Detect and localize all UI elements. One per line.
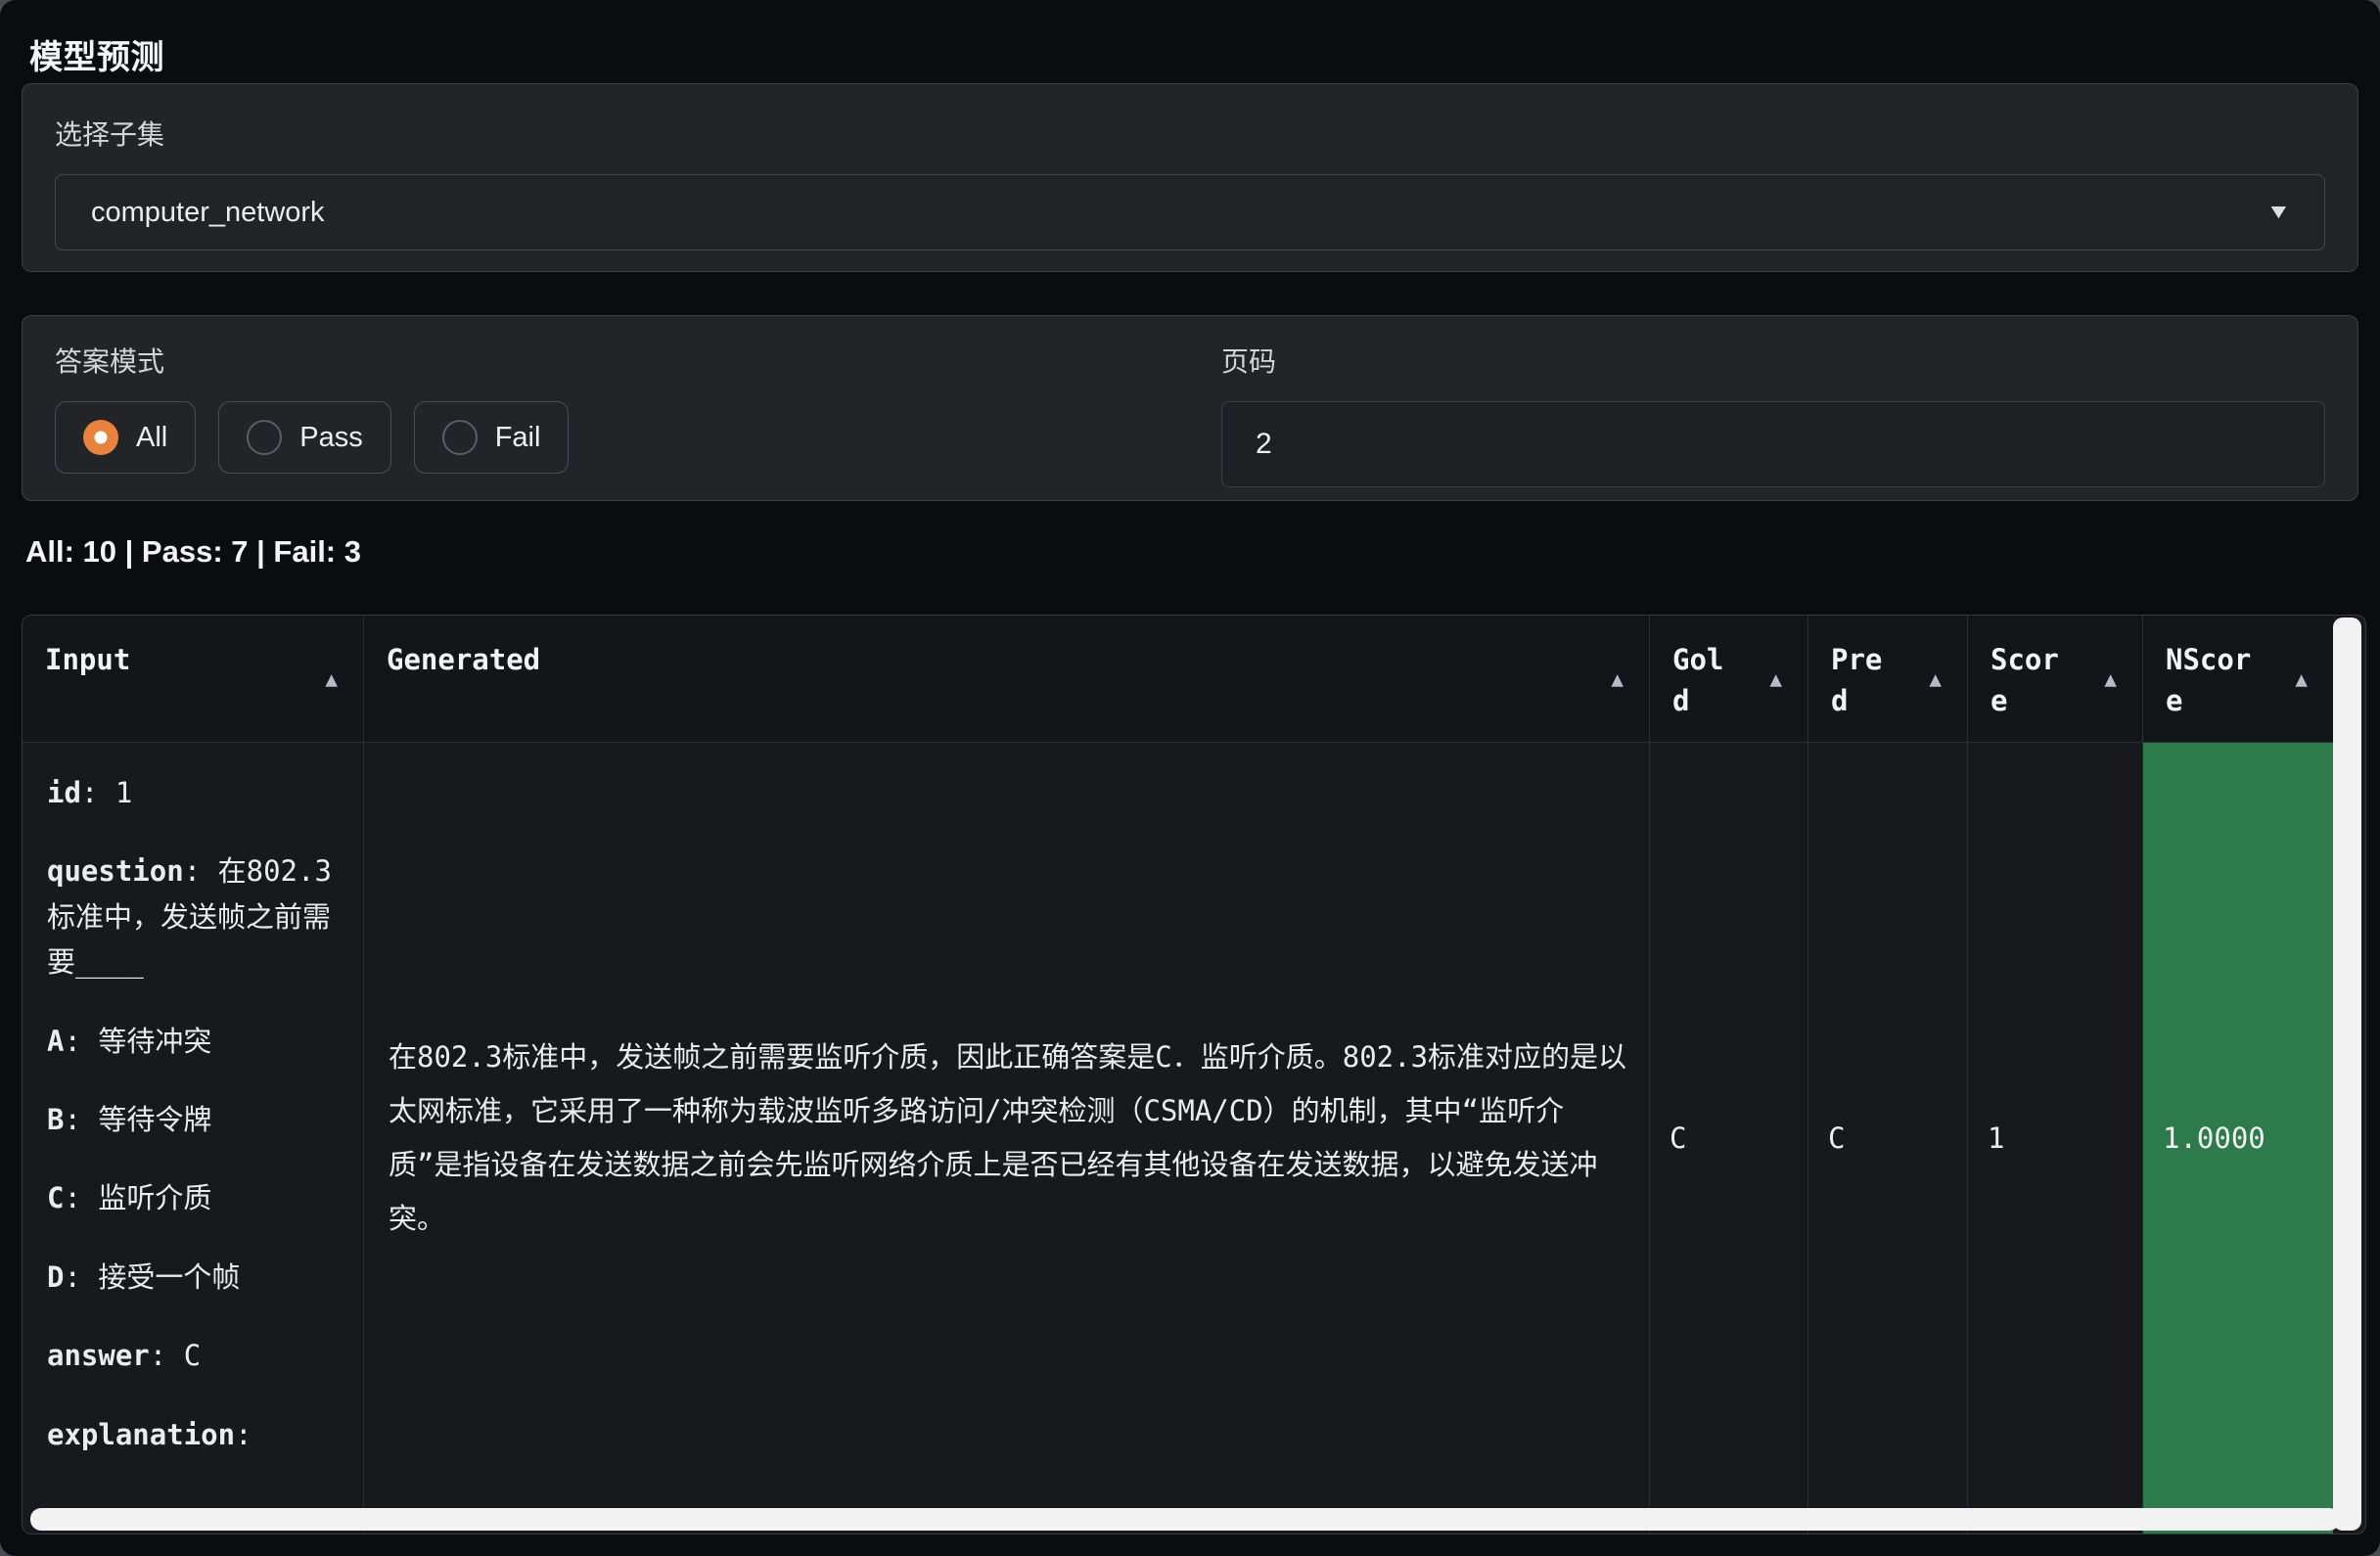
- controls-panel: 答案模式 All Pass Fail 页码: [22, 315, 2358, 501]
- cell-generated[interactable]: 在802.3标准中，发送帧之前需要监听介质，因此正确答案是C．监听介质。802.…: [363, 743, 1649, 1533]
- cell-gold[interactable]: C: [1649, 743, 1808, 1533]
- radio-unchecked-icon: [247, 420, 282, 455]
- sort-asc-icon[interactable]: ▲: [2104, 667, 2117, 691]
- radio-option-label: Pass: [299, 422, 362, 454]
- radio-option-pass[interactable]: Pass: [218, 401, 390, 474]
- cell-nscore[interactable]: 1.0000: [2142, 743, 2333, 1533]
- table-row: id: 1 question: 在802.3标准中，发送帧之前需要____ A:…: [23, 743, 2333, 1533]
- field-answer: answer: C: [47, 1333, 343, 1378]
- sort-asc-icon[interactable]: ▲: [1929, 667, 1942, 691]
- page-number-group: 页码: [1221, 341, 2325, 500]
- column-header-pred[interactable]: Pred ▲: [1808, 616, 1967, 742]
- subset-label: 选择子集: [55, 114, 2325, 153]
- sort-asc-icon[interactable]: ▲: [1611, 667, 1624, 691]
- cell-score[interactable]: 1: [1967, 743, 2142, 1533]
- column-header-gold[interactable]: Gold ▲: [1649, 616, 1808, 742]
- field-option-a: A: 等待冲突: [47, 1019, 343, 1064]
- column-header-input[interactable]: Input ▲: [23, 616, 363, 742]
- page-number-input[interactable]: [1221, 401, 2325, 487]
- radio-option-label: Fail: [495, 422, 541, 454]
- field-question: question: 在802.3标准中，发送帧之前需要____: [47, 848, 343, 984]
- chevron-down-icon: ▼: [2266, 201, 2292, 224]
- page-title: 模型预测: [29, 30, 164, 78]
- answer-mode-group: 答案模式 All Pass Fail: [55, 341, 1221, 500]
- page-number-label: 页码: [1221, 341, 2325, 380]
- sort-asc-icon[interactable]: ▲: [325, 667, 338, 691]
- field-option-c: C: 监听介质: [47, 1175, 343, 1220]
- radio-checked-icon: [83, 420, 118, 455]
- table-header-row: Input ▲ Generated ▲ Gold ▲ Pred ▲ Score …: [23, 616, 2333, 743]
- subset-dropdown[interactable]: computer_network ▼: [55, 174, 2325, 251]
- radio-unchecked-icon: [442, 420, 478, 455]
- subset-dropdown-value: computer_network: [91, 197, 325, 229]
- field-option-b: B: 等待令牌: [47, 1097, 343, 1142]
- cell-input[interactable]: id: 1 question: 在802.3标准中，发送帧之前需要____ A:…: [23, 743, 363, 1533]
- vertical-scrollbar[interactable]: [2333, 618, 2361, 1531]
- field-option-d: D: 接受一个帧: [47, 1255, 343, 1300]
- field-id: id: 1: [47, 770, 343, 815]
- radio-option-label: All: [136, 422, 167, 454]
- results-table: Input ▲ Generated ▲ Gold ▲ Pred ▲ Score …: [22, 615, 2366, 1534]
- status-line: All: 10 | Pass: 7 | Fail: 3: [25, 534, 361, 570]
- radio-option-all[interactable]: All: [55, 401, 196, 474]
- radio-option-fail[interactable]: Fail: [414, 401, 570, 474]
- app-window: 模型预测 选择子集 computer_network ▼ 答案模式 All Pa…: [0, 0, 2380, 1556]
- horizontal-scrollbar[interactable]: [30, 1508, 2340, 1531]
- cell-pred[interactable]: C: [1808, 743, 1967, 1533]
- answer-mode-options: All Pass Fail: [55, 401, 1221, 474]
- sort-asc-icon[interactable]: ▲: [1769, 667, 1782, 691]
- answer-mode-label: 答案模式: [55, 341, 1221, 380]
- sort-asc-icon[interactable]: ▲: [2295, 667, 2308, 691]
- subset-panel: 选择子集 computer_network ▼: [22, 83, 2358, 272]
- column-header-score[interactable]: Score ▲: [1967, 616, 2142, 742]
- field-explanation: explanation:: [47, 1412, 343, 1457]
- column-header-nscore[interactable]: NScore ▲: [2142, 616, 2333, 742]
- column-header-generated[interactable]: Generated ▲: [363, 616, 1649, 742]
